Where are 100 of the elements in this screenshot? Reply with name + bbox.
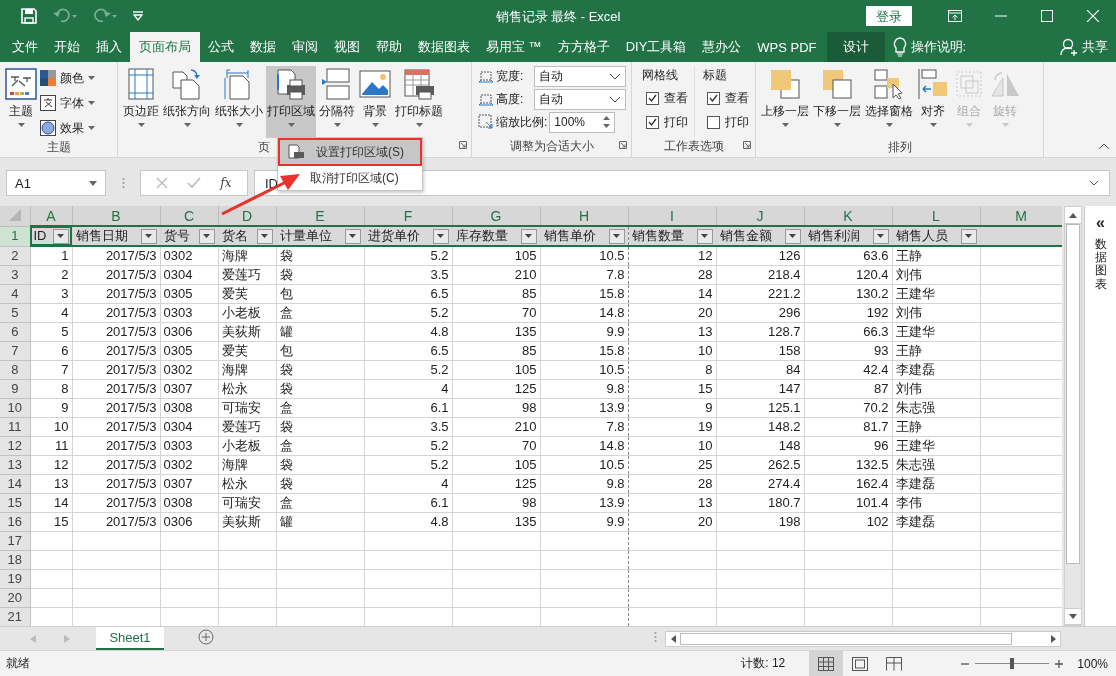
table-cell: 2: [61, 267, 69, 282]
table-cell: 198: [778, 514, 801, 529]
table-cell: 5.2: [430, 248, 449, 263]
table-cell: 11: [55, 438, 69, 453]
table-cell: 松永: [221, 381, 248, 396]
table-cell: 218.4: [767, 267, 801, 282]
table-cell: 2017/5/3: [105, 286, 157, 301]
group-label: 调整为合适大小: [509, 138, 594, 155]
table-header-cell: 销售金额: [719, 227, 772, 245]
table-cell: 70.2: [863, 400, 889, 415]
table-cell: 小老板: [221, 438, 261, 453]
table-header-cell: 货号: [163, 227, 190, 245]
table-cell: 105: [514, 362, 537, 377]
table-cell: 15: [54, 514, 69, 529]
status-count: 计数: 12: [741, 655, 786, 672]
field-label: 高度:: [496, 90, 525, 108]
table-cell: 2017/5/3: [105, 324, 157, 339]
table-cell: 5.2: [430, 457, 449, 472]
table-cell: 0305: [163, 343, 193, 358]
table-cell: 包: [279, 343, 293, 358]
table-header-cell: 销售人员: [895, 227, 948, 245]
table-cell: 8: [705, 362, 713, 377]
table-cell: 0306: [163, 324, 193, 339]
table-cell: 10.5: [599, 457, 625, 472]
table-cell: 15.8: [599, 286, 625, 301]
table-cell: 148.2: [767, 419, 801, 434]
table-cell: 0303: [163, 305, 193, 320]
table-cell: 125: [514, 476, 537, 491]
table-cell: 6.1: [430, 495, 449, 510]
table-cell: 9.8: [606, 381, 625, 396]
table-cell: 13.9: [599, 400, 625, 415]
checkbox-label: 查看: [664, 89, 688, 107]
table-cell: 5.2: [430, 362, 449, 377]
table-cell: 132.5: [855, 457, 889, 472]
table-cell: 盒: [279, 400, 293, 415]
table-cell: 101.4: [855, 495, 889, 510]
table-cell: 2017/5/3: [105, 476, 157, 491]
table-cell: 105: [514, 457, 537, 472]
table-cell: 袋: [279, 457, 293, 472]
table-cell: 10.5: [599, 362, 625, 377]
table-cell: 0304: [163, 267, 193, 282]
table-cell: 可瑞安: [221, 495, 261, 510]
table-cell: 袋: [279, 381, 293, 396]
table-cell: 3: [61, 286, 69, 301]
table-cell: 14: [698, 286, 713, 301]
table-cell: 0305: [163, 286, 193, 301]
table-cell: 王建华: [895, 286, 935, 301]
table-cell: 刘伟: [895, 305, 922, 320]
table-cell: 爱莲巧: [221, 419, 261, 434]
table-cell: 96: [874, 438, 889, 453]
field-label: 缩放比例:: [496, 113, 548, 131]
table-cell: 12: [54, 457, 69, 472]
table-header-cell: 销售利润: [807, 227, 860, 245]
checkbox-label: 打印: [725, 113, 749, 131]
window-title: 销售记录 最终 - Excel: [495, 9, 621, 24]
table-cell: 3.5: [430, 419, 449, 434]
table-cell: 袋: [279, 419, 293, 434]
table-cell: 262.5: [767, 457, 801, 472]
table-cell: 125: [514, 381, 537, 396]
table-cell: 15: [698, 381, 713, 396]
table-cell: 盒: [279, 438, 293, 453]
table-header-cell: 库存数量: [455, 227, 508, 245]
table-cell: 180.7: [767, 495, 801, 510]
table-cell: 罐: [279, 514, 293, 529]
table-cell: 296: [778, 305, 801, 320]
table-cell: 2017/5/3: [105, 362, 157, 377]
table-header-cell: 销售单价: [543, 227, 596, 245]
table-cell: 14: [54, 495, 69, 510]
table-cell: 0302: [163, 248, 193, 263]
option-group-label: 标题: [703, 67, 728, 84]
table-cell: 85: [522, 343, 537, 358]
table-cell: 2017/5/3: [105, 457, 157, 472]
table-cell: 2017/5/3: [105, 305, 157, 320]
table-cell: 42.4: [863, 362, 889, 377]
group-label: 主题: [46, 139, 71, 156]
table-cell: 98: [522, 495, 537, 510]
table-header-cell: 计量单位: [279, 227, 332, 245]
field-label: 宽度:: [496, 67, 525, 85]
table-cell: 王建华: [895, 324, 935, 339]
table-cell: 19: [698, 419, 713, 434]
table-cell: 10.5: [599, 248, 625, 263]
table-cell: 爱芙: [221, 286, 248, 301]
table-cell: 102: [866, 514, 889, 529]
table-cell: 5: [61, 324, 69, 339]
table-header-cell: 货名: [221, 227, 248, 245]
table-cell: 0303: [163, 438, 193, 453]
table-header-cell: 进货单价: [367, 227, 420, 245]
table-cell: 2017/5/3: [105, 381, 157, 396]
table-cell: 8: [61, 381, 69, 396]
table-cell: 刘伟: [895, 381, 922, 396]
table-cell: 0306: [163, 514, 193, 529]
table-cell: 274.4: [767, 476, 801, 491]
table-cell: 85: [522, 286, 537, 301]
table-cell: 包: [279, 286, 293, 301]
table-cell: 2017/5/3: [105, 495, 157, 510]
table-cell: 7.8: [606, 419, 625, 434]
table-cell: 13: [698, 495, 713, 510]
checkbox-label: 查看: [725, 89, 749, 107]
table-cell: 5.2: [430, 438, 449, 453]
table-cell: 李建磊: [895, 362, 935, 377]
